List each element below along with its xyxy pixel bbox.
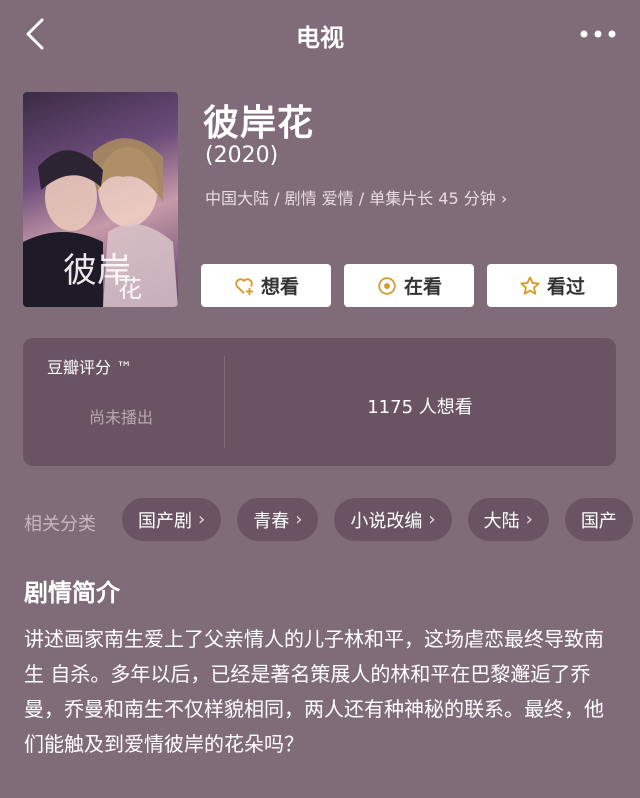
category-chip[interactable]: 青春 ›	[237, 498, 319, 541]
related-categories-list: 国产剧 › 青春 › 小说改编 › 大陆 › 国产	[122, 498, 640, 542]
svg-text:花: 花	[118, 275, 142, 303]
release-year: (2020)	[205, 143, 279, 168]
circle-dot-icon	[378, 276, 396, 295]
top-bar: 电视	[0, 0, 640, 70]
watched-label: 看过	[546, 276, 585, 298]
douban-rating-label: 豆瓣评分 ™	[47, 358, 133, 377]
watched-button[interactable]: 看过	[487, 264, 617, 307]
synopsis-title: 剧情简介	[24, 579, 120, 607]
chevron-right-icon: ›	[525, 509, 533, 530]
category-chip-label: 大陆	[483, 510, 520, 532]
synopsis-text: 讲述画家南生爱上了父亲情人的儿子林和平，这场虐恋最终导致南生 自杀。多年以后，已…	[24, 627, 604, 756]
related-categories-label: 相关分类	[24, 514, 96, 535]
watching-button[interactable]: 在看	[344, 264, 474, 307]
category-chip-label: 小说改编	[350, 510, 423, 532]
want-count: 1175 人想看	[367, 397, 473, 418]
chevron-right-icon: ›	[428, 509, 436, 530]
want-to-watch-button[interactable]: 想看	[201, 264, 331, 307]
movie-title: 彼岸花	[203, 103, 315, 144]
category-chip-label: 国产剧	[138, 510, 192, 532]
chevron-right-icon: ›	[198, 509, 206, 530]
heart-plus-icon	[235, 277, 254, 295]
category-chip[interactable]: 国产剧 ›	[122, 498, 222, 541]
chevron-right-icon: ›	[295, 509, 303, 530]
category-chip[interactable]: 小说改编 ›	[334, 498, 452, 541]
page-title: 电视	[296, 24, 344, 52]
watching-label: 在看	[403, 276, 442, 298]
rating-card[interactable]: 豆瓣评分 ™ 尚未播出 1175 人想看	[23, 338, 616, 466]
category-chip-label: 青春	[253, 510, 290, 532]
want-to-watch-label: 想看	[260, 276, 299, 298]
category-chip[interactable]: 大陆 ›	[467, 498, 549, 541]
star-icon	[520, 275, 540, 295]
category-chip-label: 国产	[580, 510, 617, 532]
more-dots-icon[interactable]	[578, 20, 618, 48]
movie-meta-link[interactable]: 中国大陆 / 剧情 爱情 / 单集片长 45 分钟 ›	[205, 185, 507, 209]
rating-status: 尚未播出	[89, 408, 154, 427]
poster-image[interactable]: 彼岸 花	[23, 92, 178, 307]
category-chip[interactable]: 国产	[564, 498, 633, 541]
